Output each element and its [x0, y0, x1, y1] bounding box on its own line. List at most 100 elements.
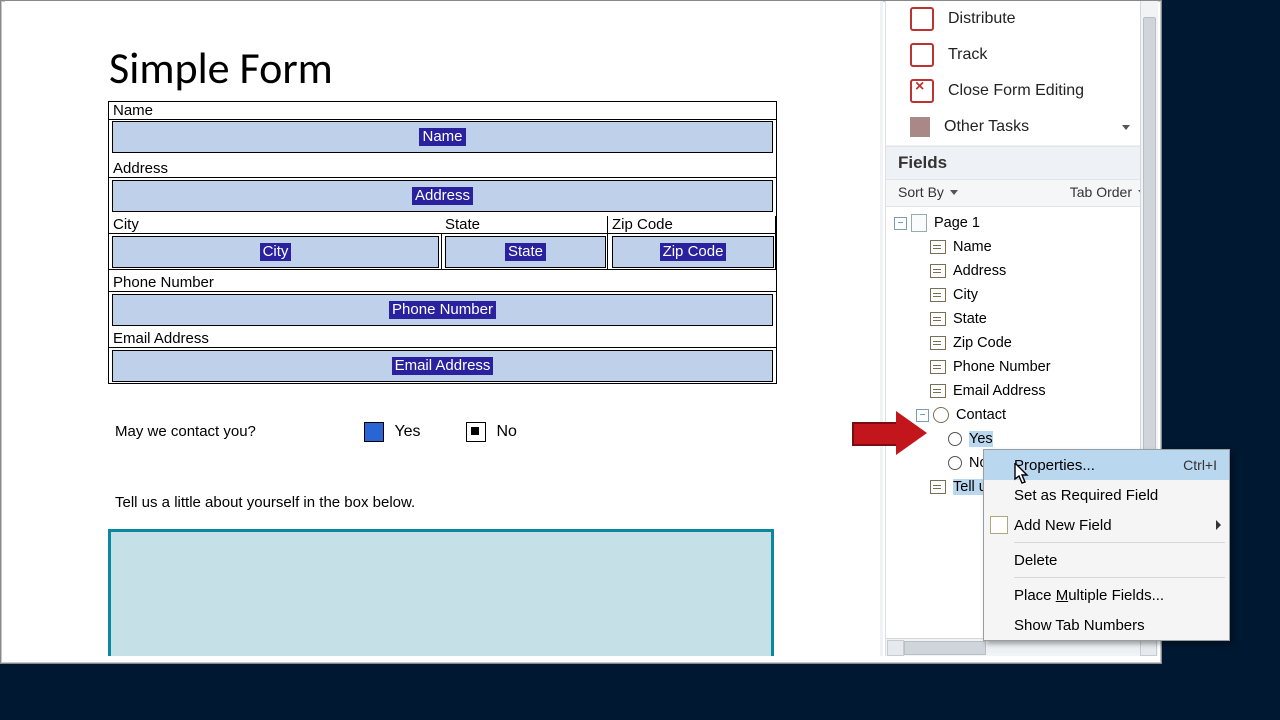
name-field[interactable]: Name: [112, 121, 773, 153]
chevron-down-icon: [1122, 125, 1130, 130]
radio-yes[interactable]: Yes: [364, 422, 421, 442]
add-field-icon: [990, 516, 1008, 534]
address-label: Address: [113, 160, 168, 177]
panel-divider[interactable]: [880, 1, 883, 656]
radio-no-icon: [466, 422, 486, 442]
text-field-icon: [930, 384, 946, 398]
address-label-cell: Address: [108, 160, 777, 178]
tree-field[interactable]: State: [886, 307, 1158, 331]
tree-field-label: City: [953, 287, 978, 303]
menu-place-multiple-label: Place Multiple Fields...: [1014, 587, 1164, 604]
tree-field-label: Email Address: [953, 383, 1046, 399]
close-form-icon: [910, 79, 934, 103]
chevron-down-icon: [950, 190, 958, 195]
tree-field[interactable]: Email Address: [886, 379, 1158, 403]
menu-add-new-field[interactable]: Add New Field: [984, 510, 1229, 540]
text-field-icon: [930, 240, 946, 254]
text-field-icon: [930, 264, 946, 278]
name-label-cell: Name: [108, 101, 777, 120]
radio-yes-icon: [364, 422, 384, 442]
form-title: Simple Form: [109, 41, 333, 95]
tree-field-label: Address: [953, 263, 1006, 279]
menu-delete[interactable]: Delete: [984, 545, 1229, 575]
zip-label-cell: Zip Code: [608, 216, 776, 234]
sort-by-label: Sort By: [898, 184, 944, 200]
menu-properties[interactable]: Properties... Ctrl+I: [984, 450, 1229, 480]
tree-page-label: Page 1: [934, 215, 980, 231]
text-field-icon: [930, 312, 946, 326]
radio-no[interactable]: No: [466, 422, 517, 442]
phone-field-tag: Phone Number: [389, 301, 496, 319]
tree-field[interactable]: Phone Number: [886, 355, 1158, 379]
address-field[interactable]: Address: [112, 180, 773, 212]
phone-label: Phone Number: [113, 274, 214, 291]
radio-group-icon: [933, 407, 949, 423]
distribute-label: Distribute: [948, 10, 1016, 28]
close-form-editing-button[interactable]: Close Form Editing: [886, 73, 1158, 109]
email-field-cell: [108, 347, 777, 384]
tree-yes-label: Yes: [969, 431, 993, 447]
menu-set-required[interactable]: Set as Required Field: [984, 480, 1229, 510]
tree-field[interactable]: Address: [886, 259, 1158, 283]
contact-question: May we contact you?: [115, 423, 256, 440]
collapse-icon[interactable]: −: [916, 409, 929, 422]
tree-field[interactable]: Name: [886, 235, 1158, 259]
tree-contact-label: Contact: [956, 407, 1006, 423]
radio-icon: [948, 456, 962, 470]
menu-show-tab-numbers-label: Show Tab Numbers: [1014, 617, 1145, 634]
sort-by-button[interactable]: Sort By: [898, 184, 958, 200]
hscroll-right-button[interactable]: [1140, 640, 1157, 656]
menu-set-required-label: Set as Required Field: [1014, 487, 1158, 504]
hscroll-left-button[interactable]: [887, 640, 904, 656]
document-area: Simple Form Name Name Address Address: [5, 1, 881, 656]
city-label: City: [113, 216, 139, 233]
tree-field[interactable]: Zip Code: [886, 331, 1158, 355]
tree-yes[interactable]: Yes: [886, 427, 1158, 451]
tab-order-button[interactable]: Tab Order: [1070, 184, 1146, 200]
menu-properties-shortcut: Ctrl+I: [1183, 457, 1217, 473]
radio-yes-label: Yes: [394, 423, 420, 441]
city-field-cell: [108, 233, 442, 270]
tree-field-label: Phone Number: [953, 359, 1051, 375]
tree-page[interactable]: − Page 1: [886, 211, 1158, 235]
track-label: Track: [948, 46, 987, 64]
text-field-icon: [930, 480, 946, 494]
address-field-tag: Address: [412, 187, 473, 205]
tree-field-label: Zip Code: [953, 335, 1012, 351]
toolbox-icon: [910, 117, 930, 137]
radio-icon: [948, 432, 962, 446]
distribute-button[interactable]: Distribute: [886, 1, 1158, 37]
tree-contact[interactable]: − Contact: [886, 403, 1158, 427]
distribute-icon: [910, 7, 934, 31]
menu-delete-label: Delete: [1014, 552, 1057, 569]
tree-field-label: Name: [953, 239, 992, 255]
state-field-cell: [441, 233, 608, 270]
name-label: Name: [113, 102, 153, 119]
menu-place-multiple[interactable]: Place Multiple Fields...: [984, 580, 1229, 610]
phone-field[interactable]: Phone Number: [112, 294, 773, 326]
track-icon: [910, 43, 934, 67]
collapse-icon[interactable]: −: [894, 217, 907, 230]
text-field-icon: [930, 336, 946, 350]
state-label-cell: State: [441, 216, 608, 234]
other-tasks-button[interactable]: Other Tasks: [886, 109, 1158, 146]
menu-add-new-field-label: Add New Field: [1014, 517, 1112, 534]
context-menu: Properties... Ctrl+I Set as Required Fie…: [983, 449, 1230, 641]
track-button[interactable]: Track: [886, 37, 1158, 73]
menu-separator: [1014, 542, 1225, 543]
menu-separator: [1014, 577, 1225, 578]
tree-field-label: State: [953, 311, 987, 327]
zip-label: Zip Code: [612, 216, 673, 233]
other-tasks-label: Other Tasks: [944, 118, 1029, 136]
hscroll-thumb[interactable]: [904, 641, 986, 655]
menu-show-tab-numbers[interactable]: Show Tab Numbers: [984, 610, 1229, 640]
about-label: Tell us a little about yourself in the b…: [115, 494, 415, 511]
text-field-icon: [930, 288, 946, 302]
email-label: Email Address: [113, 330, 209, 347]
email-label-cell: Email Address: [108, 330, 777, 348]
tree-field[interactable]: City: [886, 283, 1158, 307]
name-field-tag: Name: [419, 128, 465, 146]
about-textarea[interactable]: [108, 529, 774, 656]
fields-header: Fields: [886, 146, 1158, 180]
tab-order-label: Tab Order: [1070, 184, 1132, 200]
